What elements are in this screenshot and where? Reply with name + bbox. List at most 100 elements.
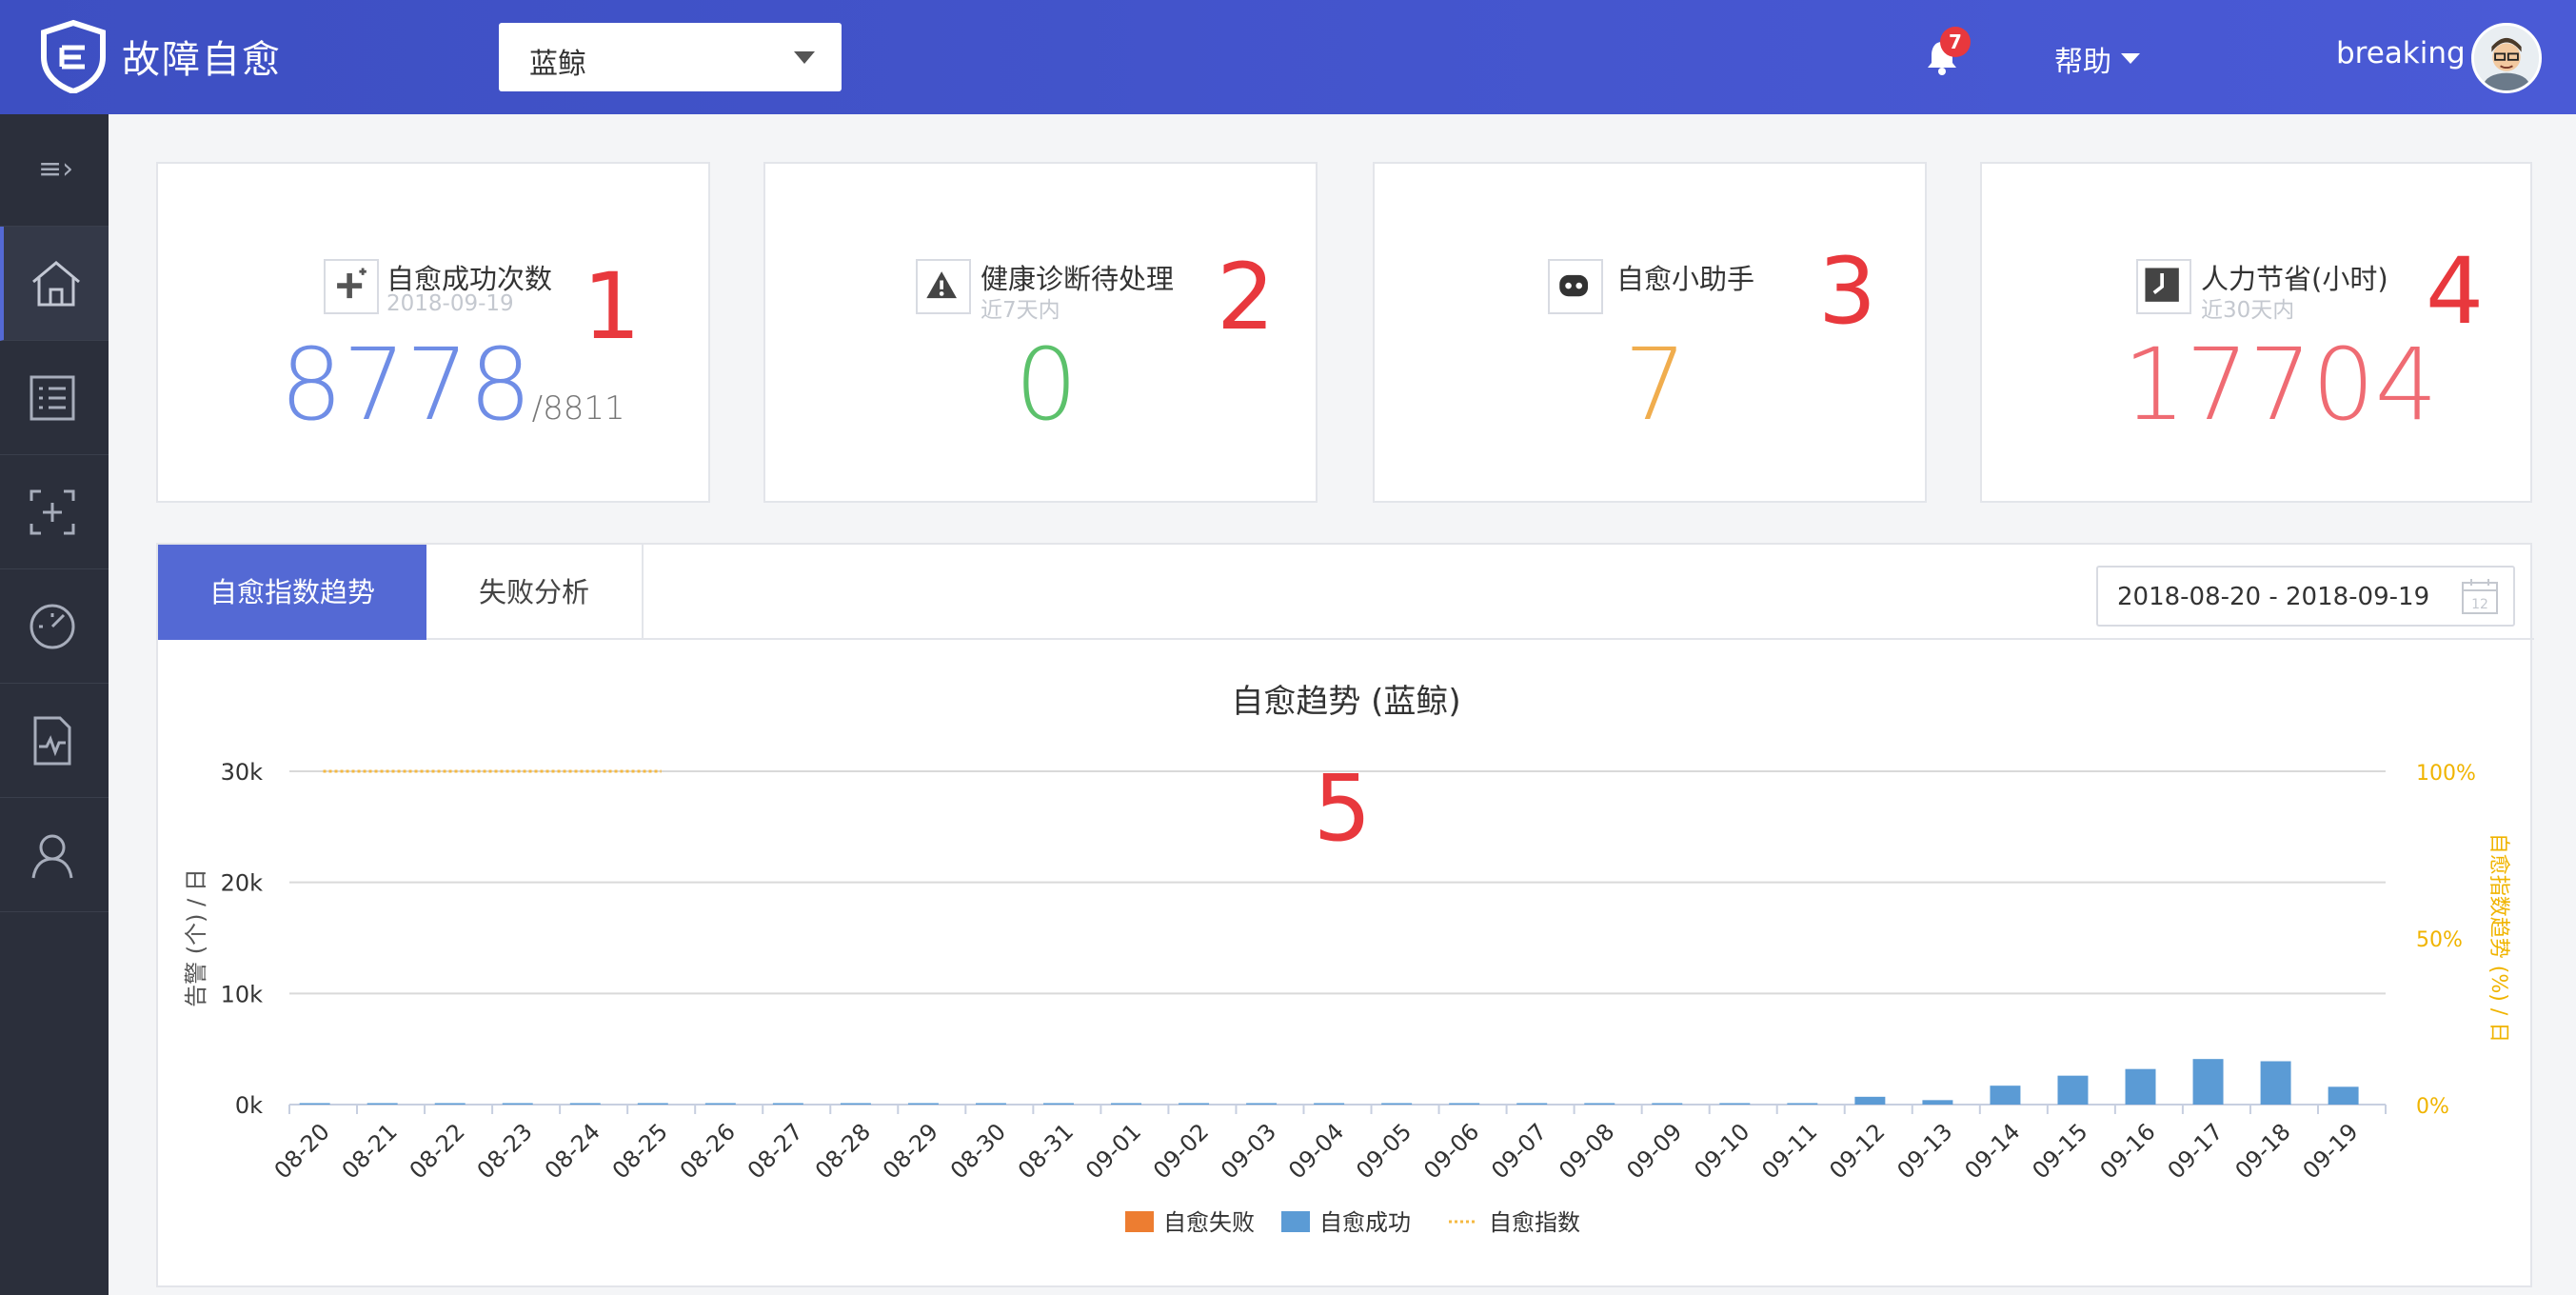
- bar-heal-success: [367, 1103, 398, 1105]
- y-tick-label: 20k: [221, 870, 264, 897]
- bar-heal-success: [1922, 1100, 1953, 1105]
- y2-tick-label: 100%: [2416, 762, 2476, 786]
- tab-bar: 自愈指数趋势 失败分析 2018-08-20 - 2018-09-19 12: [158, 545, 2534, 640]
- help-menu[interactable]: 帮助: [2054, 38, 2111, 80]
- stat-card-hours-saved[interactable]: 人力节省(小时) 近30天内 17704 4: [1980, 162, 2532, 503]
- x-tick-label: 09-16: [2095, 1118, 2161, 1184]
- calendar-icon: 12: [2462, 579, 2498, 614]
- x-tick-label: 08-26: [675, 1118, 741, 1184]
- x-tick-label: 09-03: [1216, 1118, 1281, 1184]
- add-frame-icon: [30, 489, 75, 535]
- x-tick-label: 08-29: [878, 1118, 943, 1184]
- chevron-down-icon: [794, 51, 815, 64]
- trend-chart: 自愈趋势 (蓝鲸)0k10k20k30k0%50%100%告警 (个) / 日自…: [183, 683, 2510, 1236]
- date-range-picker[interactable]: 2018-08-20 - 2018-09-19 12: [2096, 566, 2515, 627]
- y2-tick-label: 50%: [2416, 928, 2463, 952]
- x-tick-label: 08-30: [945, 1118, 1011, 1184]
- x-tick-label: 08-28: [810, 1118, 876, 1184]
- legend-label: 自愈失败: [1163, 1209, 1255, 1236]
- bar-heal-success: [1381, 1103, 1413, 1105]
- plus-icon: [324, 259, 379, 314]
- sidebar-item-monitor[interactable]: [0, 569, 109, 684]
- x-tick-label: 09-18: [2230, 1118, 2296, 1184]
- bar-heal-success: [704, 1103, 736, 1105]
- sidebar-item-home[interactable]: [0, 227, 109, 341]
- y2-tick-label: 0%: [2416, 1095, 2449, 1119]
- x-tick-label: 08-21: [337, 1118, 403, 1184]
- x-tick-label: 08-22: [405, 1118, 470, 1184]
- card-value: 7: [1624, 327, 1688, 443]
- legend-label: 自愈成功: [1319, 1209, 1411, 1236]
- shield-logo-icon[interactable]: [38, 19, 109, 93]
- robot-icon: [1548, 259, 1603, 314]
- sidebar-item-report[interactable]: [0, 684, 109, 798]
- y-tick-label: 0k: [235, 1092, 263, 1119]
- x-tick-label: 08-27: [743, 1118, 808, 1184]
- bar-heal-success: [1246, 1103, 1278, 1105]
- sidebar-toggle[interactable]: ≡›: [0, 114, 109, 227]
- app-title[interactable]: 故障自愈: [122, 29, 282, 84]
- user-icon: [31, 834, 73, 879]
- bar-heal-success: [637, 1103, 668, 1105]
- bar-heal-success: [2260, 1061, 2291, 1105]
- x-tick-label: 08-25: [607, 1118, 673, 1184]
- list-icon: [30, 375, 75, 421]
- sidebar-item-add[interactable]: [0, 455, 109, 569]
- menu-collapse-icon: ≡›: [38, 152, 74, 186]
- card-value: 0: [1015, 327, 1079, 443]
- stat-card-assistant[interactable]: 自愈小助手 7 3: [1373, 162, 1927, 503]
- gauge-icon: [30, 604, 75, 649]
- y-tick-label: 10k: [221, 981, 264, 1007]
- x-tick-label: 09-06: [1418, 1118, 1484, 1184]
- legend-label: 自愈指数: [1489, 1209, 1580, 1236]
- x-tick-label: 09-02: [1148, 1118, 1214, 1184]
- bar-heal-success: [2328, 1086, 2359, 1105]
- trend-panel: 自愈指数趋势 失败分析 2018-08-20 - 2018-09-19 12 自…: [156, 543, 2534, 1287]
- project-select[interactable]: 蓝鲸: [499, 23, 842, 91]
- annotation-number: 1: [583, 253, 642, 360]
- x-tick-label: 09-14: [1959, 1118, 2025, 1184]
- x-tick-label: 09-17: [2163, 1118, 2229, 1184]
- x-tick-label: 09-15: [2027, 1118, 2092, 1184]
- x-tick-label: 08-23: [472, 1118, 538, 1184]
- avatar[interactable]: [2471, 23, 2542, 93]
- warning-icon: [916, 259, 971, 314]
- top-navbar: 故障自愈 蓝鲸 7 帮助 breaking: [0, 0, 2576, 114]
- bar-heal-success: [2192, 1059, 2224, 1105]
- sidebar-item-list[interactable]: [0, 341, 109, 455]
- card-subtitle: 2018-09-19: [386, 291, 514, 316]
- notification-badge[interactable]: 7: [1940, 27, 1971, 57]
- tab-failure-analysis[interactable]: 失败分析: [426, 545, 644, 640]
- clock-icon: [2136, 259, 2191, 314]
- home-icon: [32, 261, 80, 307]
- bar-heal-success: [1854, 1096, 1886, 1105]
- bar-heal-success: [975, 1103, 1006, 1105]
- x-tick-label: 09-01: [1080, 1118, 1146, 1184]
- x-tick-label: 09-10: [1689, 1118, 1754, 1184]
- bar-heal-success: [1652, 1103, 1683, 1105]
- x-tick-label: 08-31: [1013, 1118, 1079, 1184]
- bar-heal-success: [1179, 1103, 1210, 1105]
- x-tick-label: 09-11: [1756, 1118, 1822, 1184]
- x-tick-label: 09-13: [1892, 1118, 1957, 1184]
- bar-heal-success: [1990, 1086, 2021, 1105]
- bar-heal-success: [299, 1103, 330, 1105]
- sidebar-item-user[interactable]: [0, 798, 109, 912]
- username[interactable]: breaking: [2336, 36, 2466, 70]
- project-select-value: 蓝鲸: [529, 48, 586, 81]
- card-value-number: 8778: [280, 327, 532, 443]
- stat-card-diagnosis[interactable]: 健康诊断待处理 近7天内 0 2: [763, 162, 1318, 503]
- bar-heal-success: [1449, 1103, 1480, 1105]
- bar-heal-success: [1043, 1103, 1074, 1105]
- annotation-number: 5: [1313, 755, 1371, 862]
- bar-heal-success: [840, 1103, 871, 1105]
- annotation-number: 2: [1217, 244, 1276, 350]
- card-value-total: /8811: [531, 389, 625, 428]
- chevron-down-icon[interactable]: [2121, 53, 2140, 64]
- y-axis-label: 告警 (个) / 日: [183, 868, 209, 1007]
- y-tick-label: 30k: [221, 759, 264, 786]
- stat-card-success[interactable]: 自愈成功次数 2018-09-19 8778/8811 1: [156, 162, 710, 503]
- card-subtitle: 近30天内: [2201, 298, 2295, 323]
- x-tick-label: 08-24: [540, 1118, 605, 1184]
- tab-heal-index-trend[interactable]: 自愈指数趋势: [158, 545, 426, 640]
